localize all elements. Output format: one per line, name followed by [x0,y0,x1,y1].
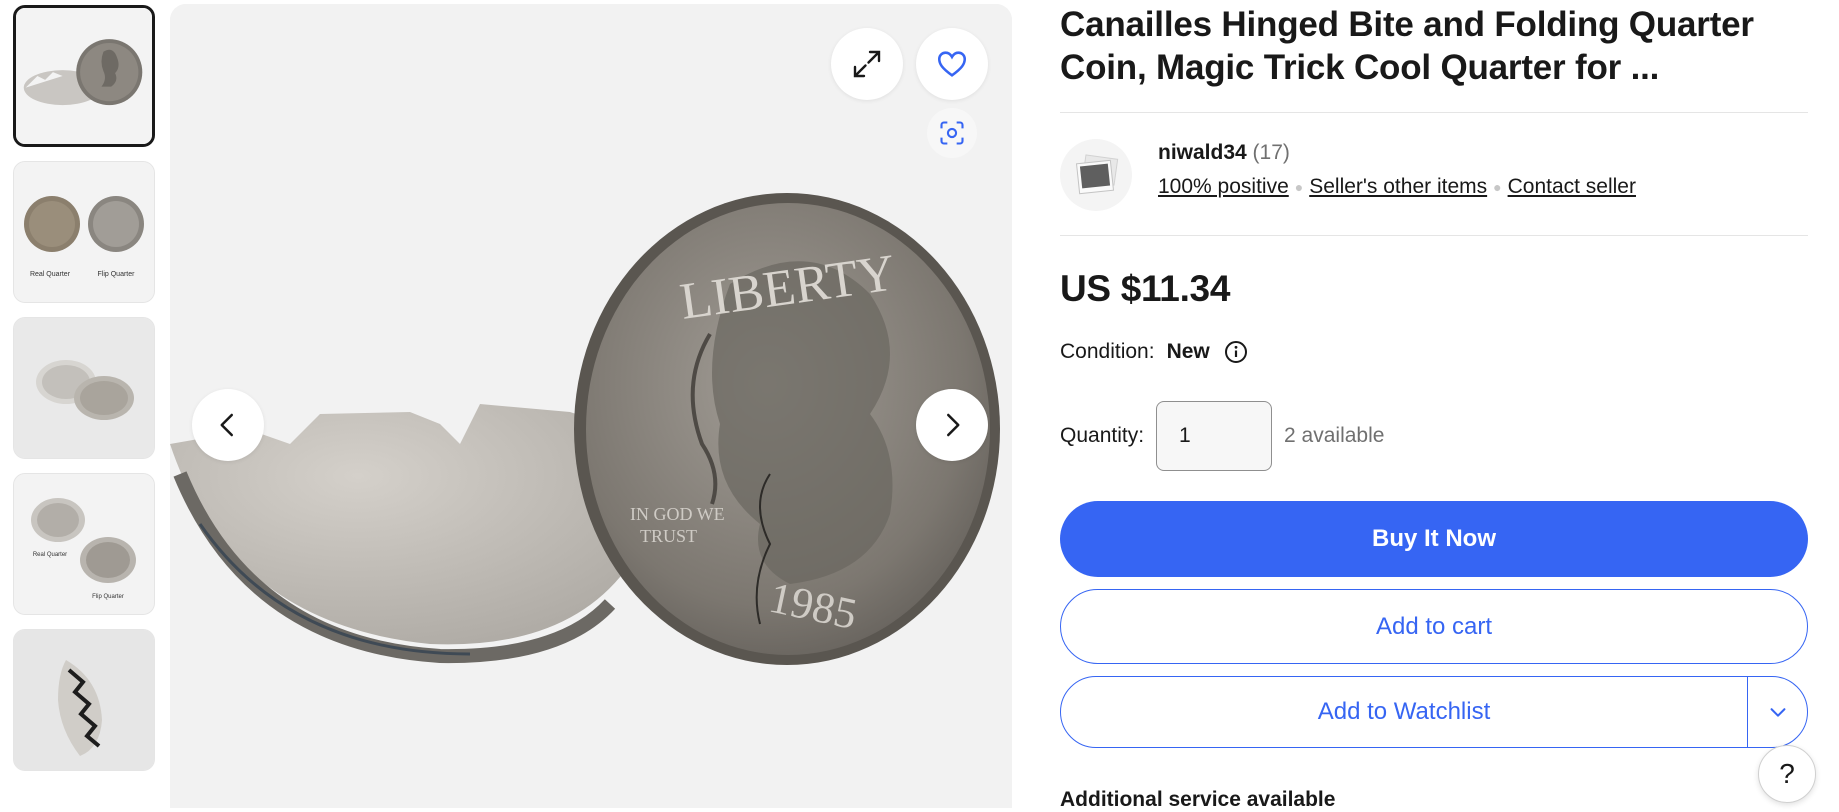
main-product-image: LIBERTY 1985 IN GOD WE TRUST [170,4,1012,808]
heart-icon [937,51,967,77]
previous-image-button[interactable] [192,389,264,461]
next-image-button[interactable] [916,389,988,461]
coin-motto-2: TRUST [640,526,697,546]
seller-card: niwald34 (17) 100% positive ● Seller's oth… [1060,113,1808,235]
condition-label: Condition: [1060,340,1155,363]
additional-service-heading: Additional service available [1060,788,1336,811]
separator-dot: ● [1294,179,1304,196]
add-to-watchlist-button[interactable]: Add to Watchlist [1061,677,1747,747]
product-price: US $11.34 [1060,268,1231,309]
seller-other-items-link[interactable]: Seller's other items [1309,175,1487,198]
thumbnail-1[interactable] [13,5,155,147]
thumbnail-3[interactable] [13,317,155,459]
coin-motto-1: IN GOD WE [630,504,725,524]
seller-feedback-count: (17) [1252,141,1290,164]
product-title: Canailles Hinged Bite and Folding Quarte… [1060,5,1754,87]
chevron-left-icon [220,413,233,437]
available-count: 2 available [1284,424,1385,447]
thumbnail-4[interactable]: Real Quarter Flip Quarter [13,473,155,615]
quantity-label: Quantity: [1060,424,1145,447]
condition-row: Condition: New [1060,340,1808,364]
seller-name-row: niwald34 (17) [1158,141,1636,165]
expand-icon [853,50,881,78]
watch-heart-button[interactable] [916,28,988,100]
seller-avatar[interactable] [1060,139,1132,211]
seller-name[interactable]: niwald34 [1158,141,1247,164]
thumbnail-strip: Real Quarter Flip Quarter Real Quarter F… [13,5,157,785]
condition-value: New [1166,340,1210,363]
divider [1060,235,1808,236]
help-button[interactable]: ? [1758,745,1816,803]
thumb-caption-left: Real Quarter [30,271,71,278]
thumb-caption-left: Real Quarter [33,552,67,558]
visual-search-icon [940,121,964,145]
add-to-cart-button[interactable]: Add to cart [1060,589,1808,664]
thumbnail-2[interactable]: Real Quarter Flip Quarter [13,161,155,303]
separator-dot: ● [1493,179,1502,196]
watchlist-button-group: Add to Watchlist [1060,676,1808,748]
visual-search-button[interactable] [927,108,977,158]
contact-seller-link[interactable]: Contact seller [1508,175,1636,198]
thumb-caption-right: Flip Quarter [98,271,136,278]
thumbnail-5[interactable] [13,629,155,771]
seller-details: niwald34 (17) 100% positive ● Seller's oth… [1158,139,1636,199]
thumb-caption-right: Flip Quarter [92,594,124,600]
product-info-panel: Canailles Hinged Bite and Folding Quarte… [1060,0,1808,812]
coin-photo: LIBERTY 1985 IN GOD WE TRUST [170,4,1012,808]
chevron-down-icon [1770,708,1785,717]
expand-image-button[interactable] [831,28,903,100]
info-icon[interactable] [1224,340,1248,364]
seller-photo-icon [1075,154,1119,195]
chevron-right-icon [947,413,960,437]
quantity-input[interactable] [1156,401,1273,471]
buy-it-now-button[interactable]: Buy It Now [1060,501,1808,577]
seller-links: 100% positive ● Seller's other items ● Conta… [1158,175,1636,199]
seller-positive-link[interactable]: 100% positive [1158,175,1289,198]
quantity-row: Quantity: 2 available [1060,401,1808,471]
watchlist-dropdown-button[interactable] [1747,677,1807,747]
